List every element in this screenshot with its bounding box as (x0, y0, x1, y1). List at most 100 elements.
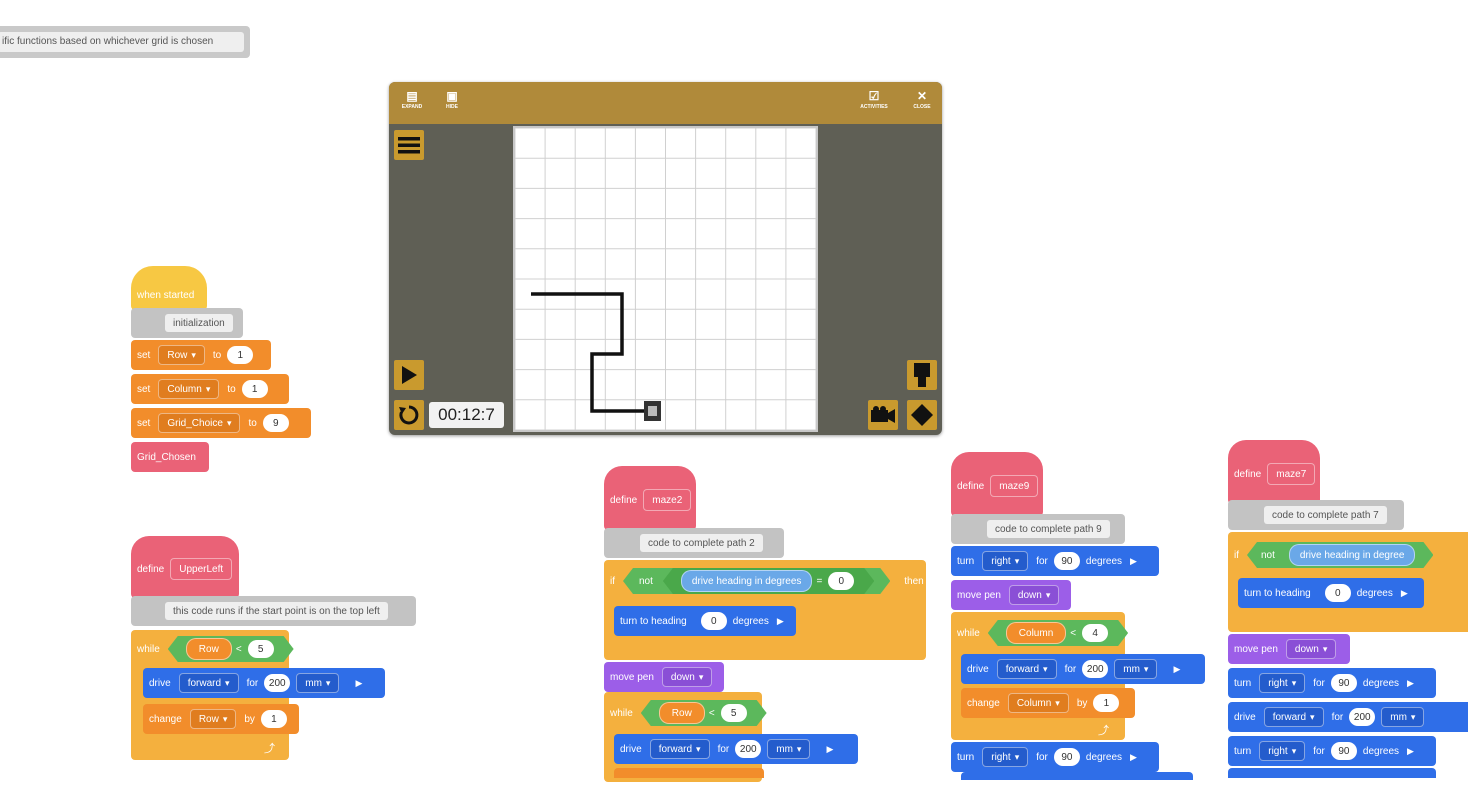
turn-to-heading-block[interactable]: turn to heading 0 degrees ▶ (1238, 578, 1424, 608)
turn-block[interactable]: turn right for 90 degrees ▶ (1228, 668, 1436, 698)
pen-kw: move pen (1234, 643, 1278, 655)
degrees-kw: degrees (1362, 677, 1400, 689)
condition[interactable]: Column < 4 (988, 620, 1128, 646)
equals-condition[interactable]: drive heading in degrees = 0 (663, 568, 874, 594)
define-upperleft-hat[interactable]: define UpperLeft (131, 536, 239, 598)
grid-chosen-call[interactable]: Grid_Chosen (131, 442, 209, 472)
heading-reporter[interactable]: drive heading in degree (1289, 544, 1416, 566)
var-dropdown[interactable]: Column (158, 379, 220, 399)
set-grid-choice-block[interactable]: set Grid_Choice to 9 (131, 408, 311, 438)
heading-reporter[interactable]: drive heading in degrees (681, 570, 813, 592)
not-condition[interactable]: not drive heading in degrees = 0 (623, 568, 890, 594)
turn-to-heading-block[interactable]: turn to heading 0 degrees ▶ (614, 606, 796, 636)
cond-val[interactable]: 4 (1082, 624, 1108, 642)
comment-block[interactable]: initialization (131, 308, 243, 338)
play-icon[interactable]: ▶ (1407, 746, 1414, 757)
direction-dropdown[interactable]: forward (649, 739, 710, 759)
value-input[interactable]: 1 (260, 710, 287, 728)
reset-button[interactable] (394, 400, 424, 430)
drive-block[interactable]: drive forward for 200 mm (1228, 702, 1468, 732)
define-maze2-hat[interactable]: define maze2 (604, 466, 696, 530)
condition[interactable]: Row < 5 (641, 700, 767, 726)
comment-block[interactable]: this code runs if the start point is on … (131, 596, 416, 626)
drive-block[interactable]: drive forward for 200 mm ▶ (143, 668, 385, 698)
menu-button[interactable] (394, 130, 424, 160)
change-block[interactable]: change Column by 1 (961, 688, 1135, 718)
play-icon[interactable]: ▶ (355, 678, 362, 689)
heading-input[interactable]: 0 (700, 612, 727, 630)
unit-dropdown[interactable]: mm (1381, 707, 1425, 727)
var-dropdown[interactable]: Row (158, 345, 205, 365)
direction-dropdown[interactable]: forward (1263, 707, 1324, 727)
angle-input[interactable]: 90 (1330, 742, 1357, 760)
expand-button[interactable]: ▤ EXPAND (397, 88, 427, 110)
pen-dropdown[interactable]: down (1008, 585, 1060, 605)
value-input[interactable]: 1 (241, 380, 268, 398)
not-condition[interactable]: not drive heading in degree (1247, 542, 1433, 568)
eq-val[interactable]: 0 (828, 572, 854, 590)
hide-button[interactable]: ▣ HIDE (437, 88, 467, 110)
when-started-hat[interactable]: when started (131, 266, 207, 310)
play-icon[interactable]: ▶ (1173, 664, 1180, 675)
angle-input[interactable]: 90 (1053, 552, 1080, 570)
pen-dropdown[interactable]: down (1285, 639, 1337, 659)
set-row-block[interactable]: set Row to 1 (131, 340, 271, 370)
move-pen-block[interactable]: move pen down (951, 580, 1071, 610)
if-header: if not drive heading in degrees = 0 then (604, 566, 926, 596)
turn-block-2[interactable]: turn right for 90 degrees ▶ (1228, 736, 1436, 766)
play-icon[interactable]: ▶ (826, 744, 833, 755)
value-input[interactable]: 9 (262, 414, 289, 432)
unit-dropdown[interactable]: mm (767, 739, 811, 759)
distance-input[interactable]: 200 (735, 740, 762, 758)
play-icon[interactable]: ▶ (1130, 556, 1137, 567)
set-column-block[interactable]: set Column to 1 (131, 374, 289, 404)
play-icon[interactable]: ▶ (1130, 752, 1137, 763)
comment-note[interactable]: ific functions based on whichever grid i… (0, 26, 250, 58)
var-dropdown[interactable]: Row (189, 709, 237, 729)
activities-button[interactable]: ☑ ACTIVITIES (857, 88, 891, 110)
maze-grid (513, 126, 818, 432)
turn-dropdown[interactable]: right (1259, 673, 1306, 693)
move-pen-block[interactable]: move pen down (604, 662, 724, 692)
condition[interactable]: Row < 5 (168, 636, 294, 662)
direction-dropdown[interactable]: forward (996, 659, 1057, 679)
define-maze7-hat[interactable]: define maze7 (1228, 440, 1320, 504)
play-button[interactable] (394, 360, 424, 390)
distance-input[interactable]: 200 (264, 674, 291, 692)
pen-dropdown[interactable]: down (661, 667, 713, 687)
cond-val[interactable]: 5 (248, 640, 274, 658)
value-input[interactable]: 1 (1093, 694, 1120, 712)
angle-input[interactable]: 90 (1330, 674, 1357, 692)
comment-block[interactable]: code to complete path 9 (951, 514, 1125, 544)
eraser-button[interactable] (907, 400, 937, 430)
angle-input[interactable]: 90 (1053, 748, 1080, 766)
define-maze9-hat[interactable]: define maze9 (951, 452, 1043, 516)
unit-dropdown[interactable]: mm (1114, 659, 1158, 679)
drive-block[interactable]: drive forward for 200 mm ▶ (961, 654, 1205, 684)
turn-dropdown[interactable]: right (982, 747, 1029, 767)
camera-button[interactable] (868, 400, 898, 430)
turn-dropdown[interactable]: right (1259, 741, 1306, 761)
change-block[interactable]: change Row by 1 (143, 704, 299, 734)
cond-val[interactable]: 5 (721, 704, 747, 722)
turn-block[interactable]: turn right for 90 degrees ▶ (951, 546, 1159, 576)
turn-block-2[interactable]: turn right for 90 degrees ▶ (951, 742, 1159, 772)
close-button[interactable]: ✕ CLOSE (907, 88, 937, 110)
distance-input[interactable]: 200 (1082, 660, 1109, 678)
distance-input[interactable]: 200 (1349, 708, 1376, 726)
play-icon[interactable]: ▶ (777, 616, 784, 627)
heading-input[interactable]: 0 (1324, 584, 1351, 602)
var-dropdown[interactable]: Grid_Choice (158, 413, 241, 433)
unit-dropdown[interactable]: mm (296, 673, 340, 693)
robot-view-button[interactable] (907, 360, 937, 390)
turn-dropdown[interactable]: right (982, 551, 1029, 571)
var-dropdown[interactable]: Column (1007, 693, 1069, 713)
comment-block[interactable]: code to complete path 7 (1228, 500, 1404, 530)
move-pen-block[interactable]: move pen down (1228, 634, 1350, 664)
comment-block[interactable]: code to complete path 2 (604, 528, 784, 558)
drive-block[interactable]: drive forward for 200 mm ▶ (614, 734, 858, 764)
play-icon[interactable]: ▶ (1407, 678, 1414, 689)
value-input[interactable]: 1 (227, 346, 254, 364)
direction-dropdown[interactable]: forward (178, 673, 239, 693)
play-icon[interactable]: ▶ (1401, 588, 1408, 599)
